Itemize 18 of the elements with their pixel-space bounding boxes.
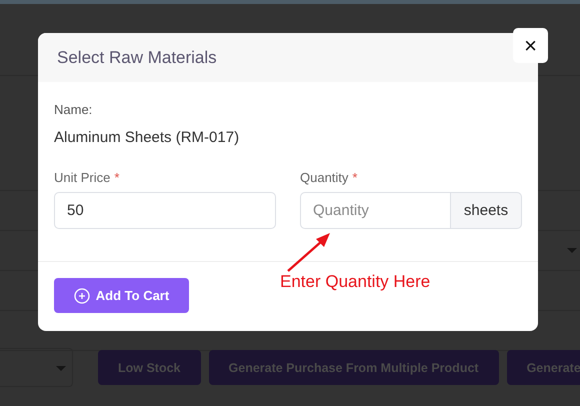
required-mark: * bbox=[352, 170, 358, 186]
close-button[interactable]: × bbox=[513, 28, 548, 63]
unit-addon: sheets bbox=[451, 192, 522, 229]
arrow-icon bbox=[286, 231, 332, 273]
input-field[interactable]: 50 bbox=[54, 192, 276, 229]
caret-icon bbox=[567, 248, 577, 253]
select-field[interactable] bbox=[0, 348, 73, 387]
modal-title: Select Raw Materials bbox=[57, 48, 217, 68]
plus-circle-icon bbox=[74, 288, 90, 304]
caret-icon bbox=[56, 366, 66, 371]
field-label: Unit Price bbox=[54, 170, 110, 186]
input-field[interactable]: Quantity bbox=[300, 192, 451, 229]
add-to-cart-button[interactable]: Add To Cart bbox=[54, 278, 189, 313]
required-mark: * bbox=[114, 170, 120, 186]
annotation-text: Enter Quantity Here bbox=[280, 272, 430, 292]
name-value: Aluminum Sheets (RM-017) bbox=[54, 129, 240, 147]
field-label: Quantity bbox=[300, 170, 348, 186]
name-label: Name: bbox=[54, 102, 94, 118]
